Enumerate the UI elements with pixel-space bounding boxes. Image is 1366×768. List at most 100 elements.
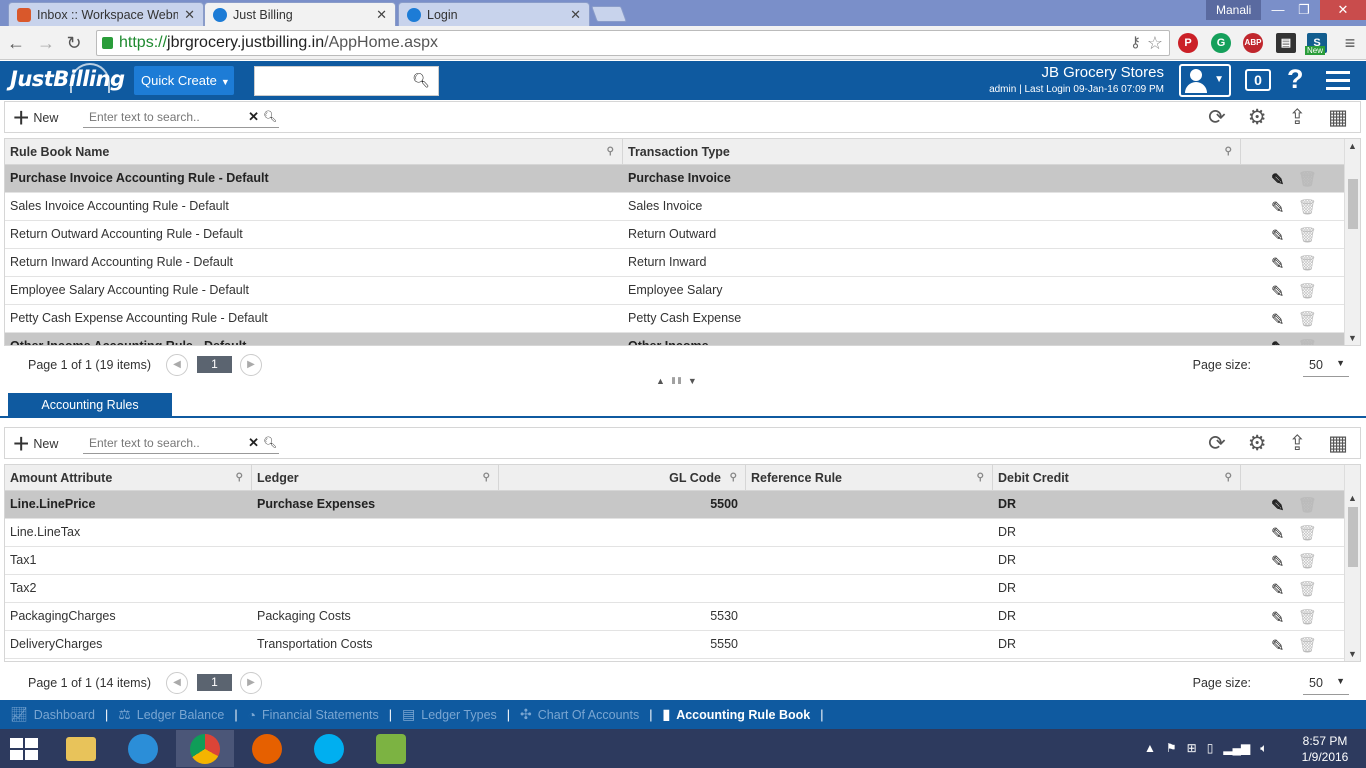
delete-trash-icon[interactable]: 🗑︎	[1298, 580, 1317, 598]
export-icon[interactable]: ⇪	[1289, 105, 1307, 130]
minimize-button[interactable]: —	[1265, 0, 1291, 20]
filter-pin-icon[interactable]: ⚲	[607, 139, 614, 165]
chrome-icon[interactable]	[176, 730, 234, 767]
scroll-down-icon[interactable]: ▼	[1348, 333, 1357, 343]
footer-nav-item[interactable]: ▮ Accounting Rule Book	[662, 706, 810, 723]
edit-pencil-icon[interactable]: ✎	[1271, 226, 1284, 246]
page-size-select[interactable]: 50 ▼	[1303, 353, 1349, 377]
firefox-icon[interactable]	[238, 730, 296, 767]
edit-pencil-icon[interactable]: ✎	[1271, 198, 1284, 218]
forward-icon[interactable]: →	[36, 33, 56, 54]
global-search-input[interactable]: 🔍︎	[254, 66, 439, 96]
table-row[interactable]: Line.LineTax DR ✎ 🗑︎	[5, 519, 1345, 547]
close-icon[interactable]: ✕	[184, 7, 195, 23]
system-clock[interactable]: 8:57 PM 1/9/2016	[1300, 733, 1350, 765]
footer-nav-item[interactable]: 📈︎ Dashboard	[10, 706, 95, 723]
rules-search-input[interactable]: Enter text to search.. ✕ 🔍︎	[83, 434, 279, 454]
edit-pencil-icon[interactable]: ✎	[1271, 636, 1284, 656]
delete-trash-icon[interactable]: 🗑︎	[1298, 496, 1317, 514]
gear-icon[interactable]: ⚙	[1248, 431, 1267, 456]
film-icon[interactable]: ▤	[1276, 33, 1296, 53]
filter-pin-icon[interactable]: ⚲	[483, 465, 490, 491]
footer-nav-item[interactable]: ✣ Chart Of Accounts	[520, 706, 639, 723]
tray-up-icon[interactable]: ▲	[1144, 741, 1156, 756]
grid-view-icon[interactable]: ▦	[1328, 105, 1348, 130]
footer-nav-item[interactable]: ▤ Ledger Types	[402, 706, 497, 723]
next-page-icon[interactable]: ▶	[240, 672, 262, 694]
table-row[interactable]: Other Income Accounting Rule - Default Ot…	[5, 333, 1345, 345]
edit-pencil-icon[interactable]: ✎	[1271, 310, 1284, 330]
search-icon[interactable]: 🔍︎	[263, 436, 277, 449]
close-icon[interactable]: ✕	[376, 7, 387, 23]
delete-trash-icon[interactable]: 🗑︎	[1298, 170, 1317, 188]
current-page[interactable]: 1	[197, 674, 232, 691]
scroll-thumb[interactable]	[1348, 507, 1358, 567]
reload-icon[interactable]: ↻	[64, 33, 84, 54]
device-icon[interactable]: ▯	[1207, 741, 1214, 756]
page-size-select[interactable]: 50 ▼	[1303, 671, 1349, 695]
windows-start-icon[interactable]	[10, 738, 38, 760]
column-header-reference-rule[interactable]: Reference Rule ⚲	[746, 465, 993, 491]
browser-tab-inbox[interactable]: Inbox :: Workspace Webm ✕	[8, 2, 204, 26]
grammarly-icon[interactable]: G	[1211, 33, 1231, 53]
column-header-amount-attribute[interactable]: Amount Attribute ⚲	[5, 465, 252, 491]
rulebook-search-input[interactable]: Enter text to search.. ✕ 🔍︎	[83, 108, 279, 128]
column-header-gl-code[interactable]: GL Code ⚲	[499, 465, 746, 491]
vertical-scrollbar[interactable]: ▲ ▼	[1344, 465, 1360, 661]
prev-page-icon[interactable]: ◀	[166, 354, 188, 376]
export-icon[interactable]: ⇪	[1289, 431, 1307, 456]
delete-trash-icon[interactable]: 🗑︎	[1298, 310, 1317, 328]
new-rulebook-button[interactable]: + New	[13, 104, 58, 132]
search-icon[interactable]: 🔍︎	[263, 110, 277, 123]
edit-pencil-icon[interactable]: ✎	[1271, 552, 1284, 572]
vertical-scrollbar[interactable]: ▲ ▼	[1344, 139, 1360, 345]
scroll-thumb[interactable]	[1348, 179, 1358, 229]
user-menu-button[interactable]: ▼	[1179, 64, 1231, 97]
maximize-button[interactable]: ❐	[1291, 0, 1317, 20]
column-header-rulebook-name[interactable]: Rule Book Name ⚲	[5, 139, 623, 165]
delete-trash-icon[interactable]: 🗑︎	[1298, 282, 1317, 300]
grid-view-icon[interactable]: ▦	[1328, 431, 1348, 456]
splitter-handle[interactable]: ▲ ⦀⦀ ▼	[656, 376, 699, 387]
refresh-icon[interactable]: ⟳	[1208, 105, 1226, 130]
scroll-down-icon[interactable]: ▼	[1348, 649, 1357, 659]
quick-create-button[interactable]: Quick Create ▼	[134, 66, 234, 95]
scroll-up-icon[interactable]: ▲	[1348, 493, 1357, 503]
footer-nav-item[interactable]: ⚖ Ledger Balance	[118, 706, 224, 723]
table-row[interactable]: Line.LinePrice Purchase Expenses 5500 DR ✎ 🗑︎	[5, 491, 1345, 519]
search-icon[interactable]: 🔍︎	[412, 72, 430, 89]
table-row[interactable]: Return Outward Accounting Rule - Default…	[5, 221, 1345, 249]
edit-pencil-icon[interactable]: ✎	[1271, 282, 1284, 302]
column-header-ledger[interactable]: Ledger ⚲	[252, 465, 499, 491]
delete-trash-icon[interactable]: 🗑︎	[1298, 338, 1317, 345]
table-row[interactable]: Petty Cash Expense Accounting Rule - Def…	[5, 305, 1345, 333]
filter-pin-icon[interactable]: ⚲	[977, 465, 984, 491]
adblock-icon[interactable]: ABP	[1243, 33, 1263, 53]
edit-pencil-icon[interactable]: ✎	[1271, 170, 1284, 190]
back-icon[interactable]: ←	[6, 33, 26, 54]
refresh-icon[interactable]: ⟳	[1208, 431, 1226, 456]
table-row[interactable]: Return Inward Accounting Rule - Default R…	[5, 249, 1345, 277]
browser-menu-icon[interactable]: ≡	[1340, 33, 1360, 54]
notifications-button[interactable]: 0	[1245, 69, 1271, 91]
footer-nav-item[interactable]: ◔ Financial Statements	[248, 707, 379, 723]
delete-trash-icon[interactable]: 🗑︎	[1298, 226, 1317, 244]
filter-pin-icon[interactable]: ⚲	[730, 465, 737, 491]
skype-icon[interactable]	[300, 730, 358, 767]
edit-pencil-icon[interactable]: ✎	[1271, 524, 1284, 544]
bookmark-star-icon[interactable]: ☆	[1147, 31, 1163, 55]
scroll-up-icon[interactable]: ▲	[1348, 141, 1357, 151]
filter-pin-icon[interactable]: ⚲	[236, 465, 243, 491]
table-row[interactable]: Sales Invoice Accounting Rule - Default S…	[5, 193, 1345, 221]
pinterest-icon[interactable]: P	[1178, 33, 1198, 53]
edit-pencil-icon[interactable]: ✎	[1271, 254, 1284, 274]
key-icon[interactable]: ⚷	[1130, 31, 1141, 55]
network-icon[interactable]: ▂▄▆	[1223, 741, 1250, 756]
new-rule-button[interactable]: + New	[13, 430, 58, 458]
gear-icon[interactable]: ⚙	[1248, 105, 1267, 130]
delete-trash-icon[interactable]: 🗑︎	[1298, 636, 1317, 654]
edit-pencil-icon[interactable]: ✎	[1271, 608, 1284, 628]
delete-trash-icon[interactable]: 🗑︎	[1298, 608, 1317, 626]
window-close-button[interactable]: ✕	[1320, 0, 1366, 20]
app-green-icon[interactable]	[362, 730, 420, 767]
